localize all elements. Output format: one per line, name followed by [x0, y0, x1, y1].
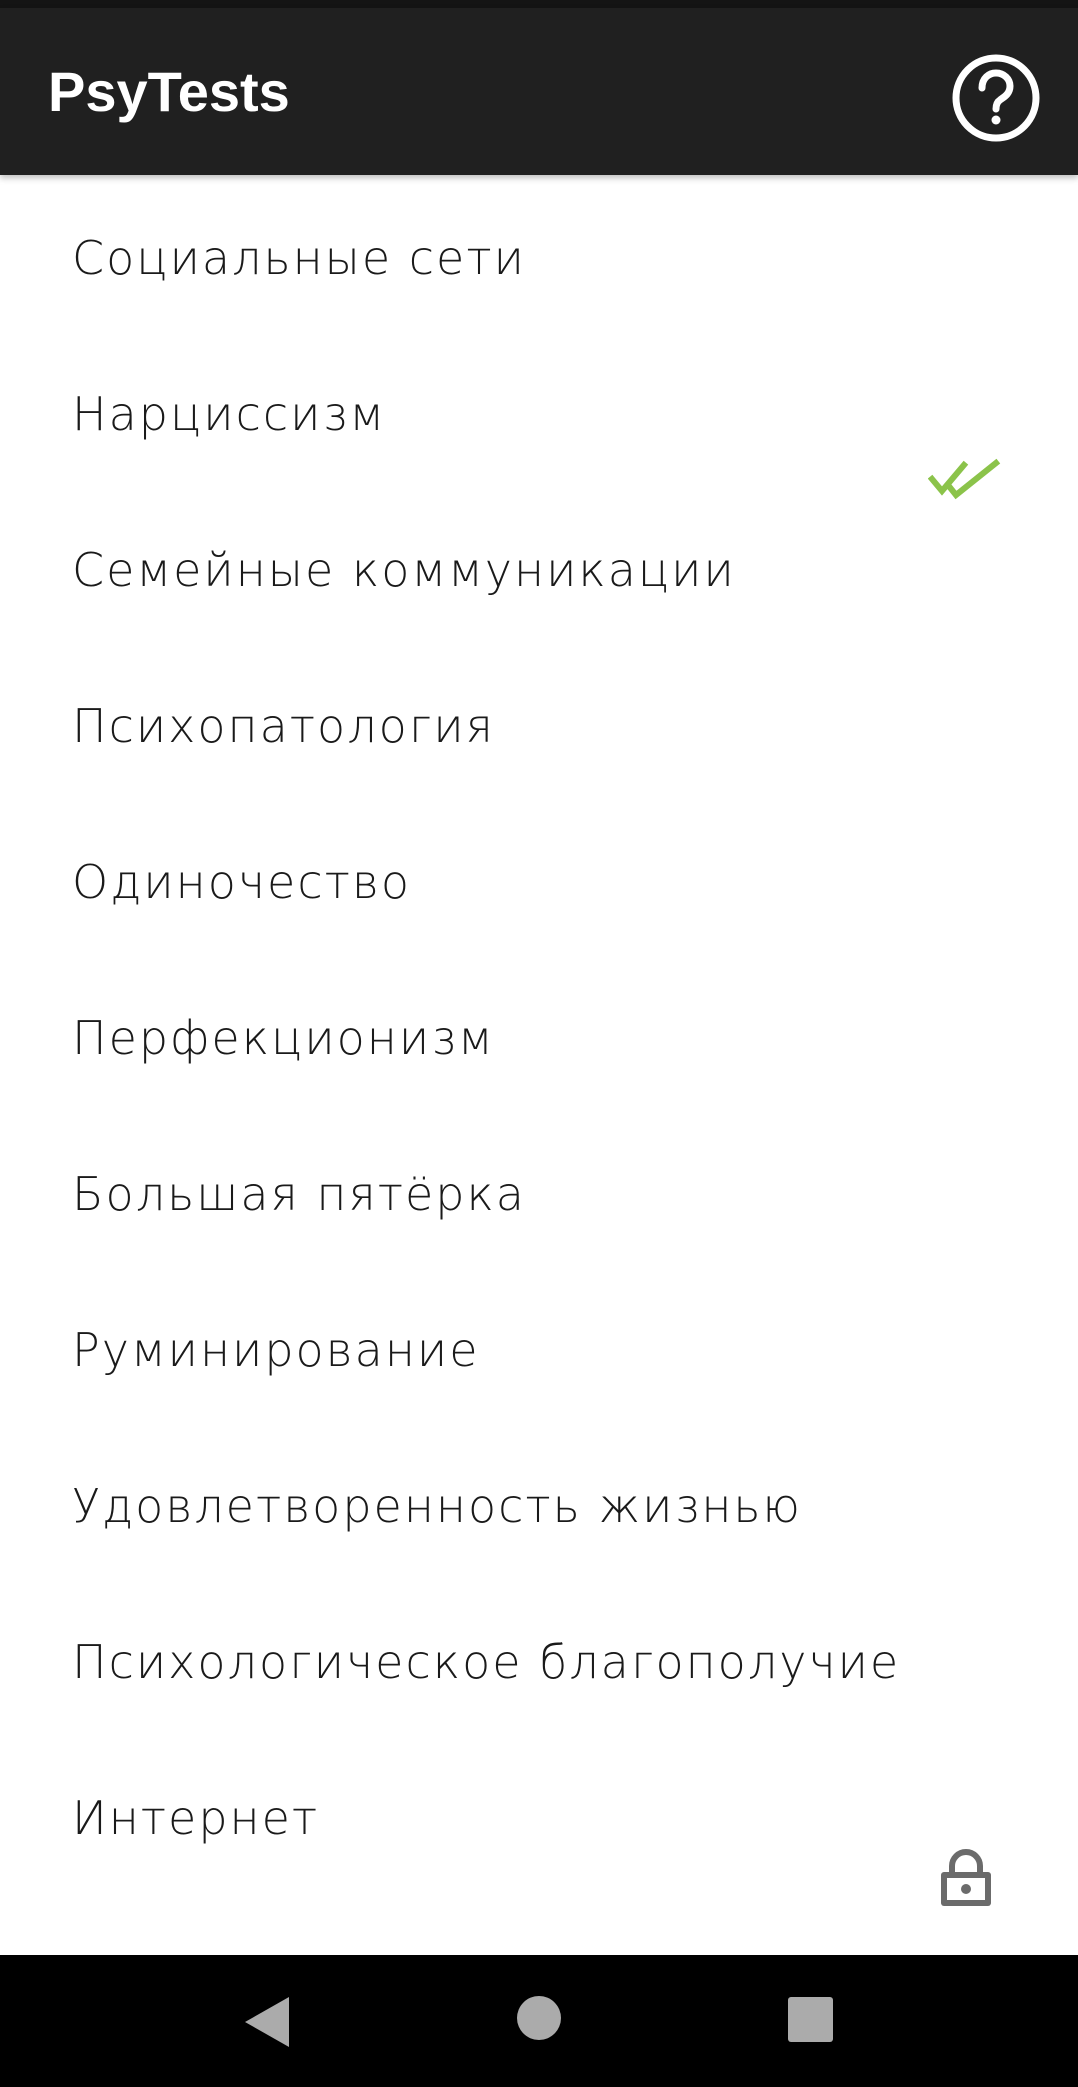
list-item-label: Социальные сети: [72, 231, 526, 285]
list-item-narcissism[interactable]: Нарциссизм: [0, 336, 1078, 492]
back-triangle-icon[interactable]: [243, 1995, 291, 2049]
system-nav-bar: [0, 1955, 1078, 2087]
list-item-label: Семейные коммуникации: [72, 543, 736, 597]
list-item-label: Нарциссизм: [72, 387, 387, 441]
test-list: Социальные сети Нарциссизм Семейные комм…: [0, 180, 1078, 1955]
list-item-label: Руминирование: [72, 1323, 480, 1377]
home-circle-icon[interactable]: [517, 1996, 561, 2040]
list-item-social-networks[interactable]: Социальные сети: [0, 180, 1078, 336]
list-item-life-satisfaction[interactable]: Удовлетворенность жизнью: [0, 1428, 1078, 1584]
list-item-label: Психологическое благополучие: [72, 1635, 901, 1689]
recents-square-icon[interactable]: [788, 1997, 833, 2042]
status-bar: [0, 0, 1078, 8]
app-title: PsyTests: [48, 60, 290, 123]
lock-icon: [941, 1849, 991, 1906]
list-item-label: Одиночество: [72, 855, 411, 909]
list-item-big-five[interactable]: Большая пятёрка: [0, 1116, 1078, 1272]
list-item-perfectionism[interactable]: Перфекционизм: [0, 960, 1078, 1116]
help-button[interactable]: [950, 52, 1042, 144]
list-item-label: Удовлетворенность жизнью: [72, 1479, 802, 1533]
list-item-label: Перфекционизм: [72, 1011, 495, 1065]
list-item-psychological-wellbeing[interactable]: Психологическое благополучие: [0, 1584, 1078, 1740]
list-item-label: Большая пятёрка: [72, 1167, 526, 1221]
list-item-family-communications[interactable]: Семейные коммуникации: [0, 492, 1078, 648]
list-item-psychopathology[interactable]: Психопатология: [0, 648, 1078, 804]
list-item-loneliness[interactable]: Одиночество: [0, 804, 1078, 960]
help-circle-icon: [952, 54, 1040, 142]
list-item-internet[interactable]: Интернет: [0, 1740, 1078, 1896]
list-item-rumination[interactable]: Руминирование: [0, 1272, 1078, 1428]
double-check-icon: [928, 458, 1001, 500]
list-item-label: Психопатология: [72, 699, 495, 753]
app-bar: PsyTests: [0, 8, 1078, 175]
list-item-label: Интернет: [72, 1791, 320, 1845]
